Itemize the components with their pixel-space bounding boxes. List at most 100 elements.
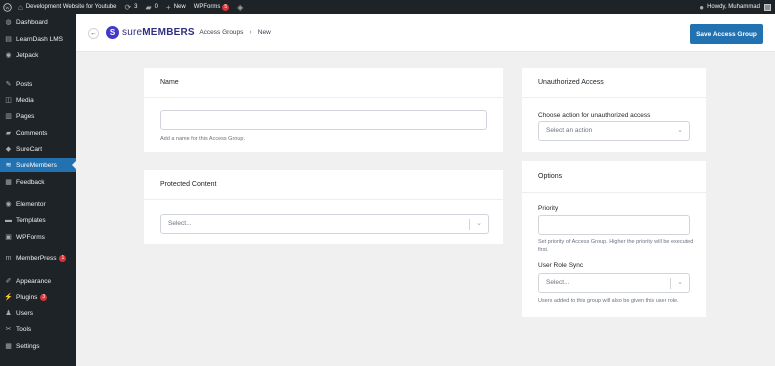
- howdy-label: Howdy, Muhammad: [707, 4, 760, 10]
- memberpress-badge: 1: [59, 254, 67, 262]
- sidebar-item-label: Comments: [16, 129, 48, 137]
- sidebar-item-label: Appearance: [16, 277, 52, 285]
- diamond-link[interactable]: ◈: [233, 0, 250, 14]
- unauthorized-access-card: Unauthorized Access Choose action for un…: [522, 68, 706, 152]
- sidebar-item-label: Feedback: [16, 178, 45, 186]
- sidebar-item-learndash[interactable]: ▤ LearnDash LMS: [0, 32, 76, 46]
- unauthorized-action-select[interactable]: Select an action ⌄: [538, 121, 690, 141]
- user-role-sync-select[interactable]: Select... ⌄: [538, 273, 690, 293]
- sidebar-item-label: Jetpack: [16, 51, 39, 59]
- plus-icon: +: [166, 2, 171, 12]
- chevron-right-icon: ›: [191, 29, 194, 36]
- sidebar-item-tools[interactable]: ✂ Tools: [0, 322, 76, 336]
- sidebar-item-pages[interactable]: ▥ Pages: [0, 109, 76, 123]
- protected-content-select[interactable]: Select... ⌄: [160, 214, 489, 234]
- site-name-link[interactable]: ⌂ Development Website for Youtube: [14, 0, 120, 14]
- name-help-text: Add a name for this Access Group.: [160, 136, 245, 142]
- sidebar-item-dashboard[interactable]: ◍ Dashboard: [0, 15, 76, 29]
- unauthorized-action-label: Choose action for unauthorized access: [538, 112, 651, 119]
- wpforms-icon: ▣: [5, 234, 12, 241]
- updates-count: 3: [134, 4, 138, 10]
- sidebar-item-label: Dashboard: [16, 18, 48, 26]
- feedback-icon: ▦: [5, 179, 12, 186]
- wpforms-admin-link[interactable]: WPForms 5: [190, 0, 233, 14]
- surecart-icon: ◆: [5, 146, 12, 153]
- sidebar-item-wpforms[interactable]: ▣ WPForms: [0, 230, 76, 244]
- admin-sidebar: ◍ Dashboard ▤ LearnDash LMS ◉ Jetpack ✎ Post…: [0, 14, 76, 366]
- sidebar-item-users[interactable]: ♟ Users: [0, 306, 76, 320]
- learndash-icon: ▤: [5, 36, 12, 43]
- sidebar-item-label: Pages: [16, 112, 35, 120]
- home-icon: ⌂: [18, 2, 23, 12]
- priority-input[interactable]: [538, 215, 690, 235]
- suremembers-icon: ≋: [5, 162, 12, 169]
- new-label: New: [173, 4, 186, 10]
- plug-icon: ⚡: [4, 294, 13, 301]
- sidebar-item-media[interactable]: ◫ Media: [0, 93, 76, 107]
- sidebar-item-label: Plugins: [16, 293, 38, 301]
- options-title: Options: [522, 161, 706, 193]
- chevron-down-icon: ⌄: [476, 220, 482, 227]
- comment-icon: ▰: [5, 130, 12, 137]
- sidebar-item-memberpress[interactable]: m MemberPress 1: [0, 251, 76, 265]
- updates-icon: ⟳: [124, 2, 132, 12]
- plugins-badge: 3: [40, 293, 48, 301]
- sidebar-item-templates[interactable]: ▬ Templates: [0, 213, 76, 227]
- protected-content-title: Protected Content: [144, 170, 503, 200]
- admin-bar: W ⌂ Development Website for Youtube ⟳ 3 …: [0, 0, 775, 14]
- suremembers-logo-icon: S: [106, 26, 119, 39]
- logo-text-light: sure: [122, 27, 143, 38]
- sidebar-item-jetpack[interactable]: ◉ Jetpack: [0, 48, 76, 62]
- access-group-name-input[interactable]: [160, 110, 487, 130]
- memberpress-icon: m: [5, 254, 12, 262]
- settings-icon: ▦: [5, 343, 12, 350]
- sidebar-item-appearance[interactable]: ✐ Appearance: [0, 274, 76, 288]
- sidebar-item-label: Templates: [16, 216, 46, 224]
- sidebar-item-elementor[interactable]: ◉ Elementor: [0, 197, 76, 211]
- sidebar-item-label: SureMembers: [16, 161, 57, 169]
- sidebar-item-plugins[interactable]: ⚡ Plugins 3: [0, 290, 76, 304]
- protected-content-card: Protected Content Select... ⌄: [144, 170, 503, 244]
- new-content-link[interactable]: + New: [162, 0, 190, 14]
- brush-icon: ✐: [5, 278, 12, 285]
- sidebar-item-label: Settings: [16, 342, 40, 350]
- wpforms-label: WPForms: [193, 4, 221, 10]
- sidebar-item-label: SureCart: [16, 145, 43, 153]
- sidebar-item-label: Users: [16, 309, 33, 317]
- back-arrow-icon[interactable]: ←: [88, 28, 99, 39]
- sidebar-item-settings[interactable]: ▦ Settings: [0, 339, 76, 353]
- wordpress-logo-icon[interactable]: W: [0, 0, 14, 14]
- notification-icon: ●: [699, 2, 705, 12]
- priority-label: Priority: [538, 205, 559, 212]
- name-card: Name Add a name for this Access Group.: [144, 68, 503, 152]
- protected-content-placeholder: Select...: [168, 220, 192, 227]
- save-access-group-button[interactable]: Save Access Group: [690, 24, 763, 44]
- sidebar-item-label: MemberPress: [16, 254, 57, 262]
- select-divider: [469, 219, 470, 230]
- sidebar-item-surecart[interactable]: ◆ SureCart: [0, 142, 76, 156]
- chevron-right-icon: ›: [249, 29, 252, 36]
- user-role-sync-help-text: Users added to this group will also be g…: [538, 298, 679, 304]
- updates-link[interactable]: ⟳ 3: [120, 0, 141, 14]
- comment-bubble-icon: ▰: [145, 2, 152, 12]
- folder-icon: ▬: [5, 216, 12, 224]
- name-card-title: Name: [144, 68, 503, 98]
- elementor-icon: ◉: [5, 201, 12, 208]
- sidebar-item-label: Tools: [16, 325, 32, 333]
- suremembers-logo: sureMEMBERS: [122, 26, 195, 39]
- select-divider: [670, 278, 671, 289]
- breadcrumb-access-groups[interactable]: Access Groups: [199, 27, 243, 39]
- comments-link[interactable]: ▰ 0: [142, 0, 163, 14]
- sidebar-item-feedback[interactable]: ▦ Feedback: [0, 175, 76, 189]
- sidebar-item-comments[interactable]: ▰ Comments: [0, 126, 76, 140]
- sidebar-item-label: Posts: [16, 80, 33, 88]
- pages-icon: ▥: [5, 113, 12, 120]
- comments-count: 0: [154, 4, 159, 10]
- my-account-link[interactable]: ● Howdy, Muhammad: [699, 0, 771, 14]
- sidebar-item-suremembers[interactable]: ≋ SureMembers: [0, 158, 76, 172]
- unauthorized-action-placeholder: Select an action: [546, 127, 593, 134]
- pin-icon: ✎: [5, 81, 12, 88]
- priority-help-text: Set priority of Access Group. Higher the…: [538, 239, 694, 253]
- sidebar-item-posts[interactable]: ✎ Posts: [0, 77, 76, 91]
- suremembers-header: ← S sureMEMBERS › Access Groups › New Sa…: [76, 14, 775, 52]
